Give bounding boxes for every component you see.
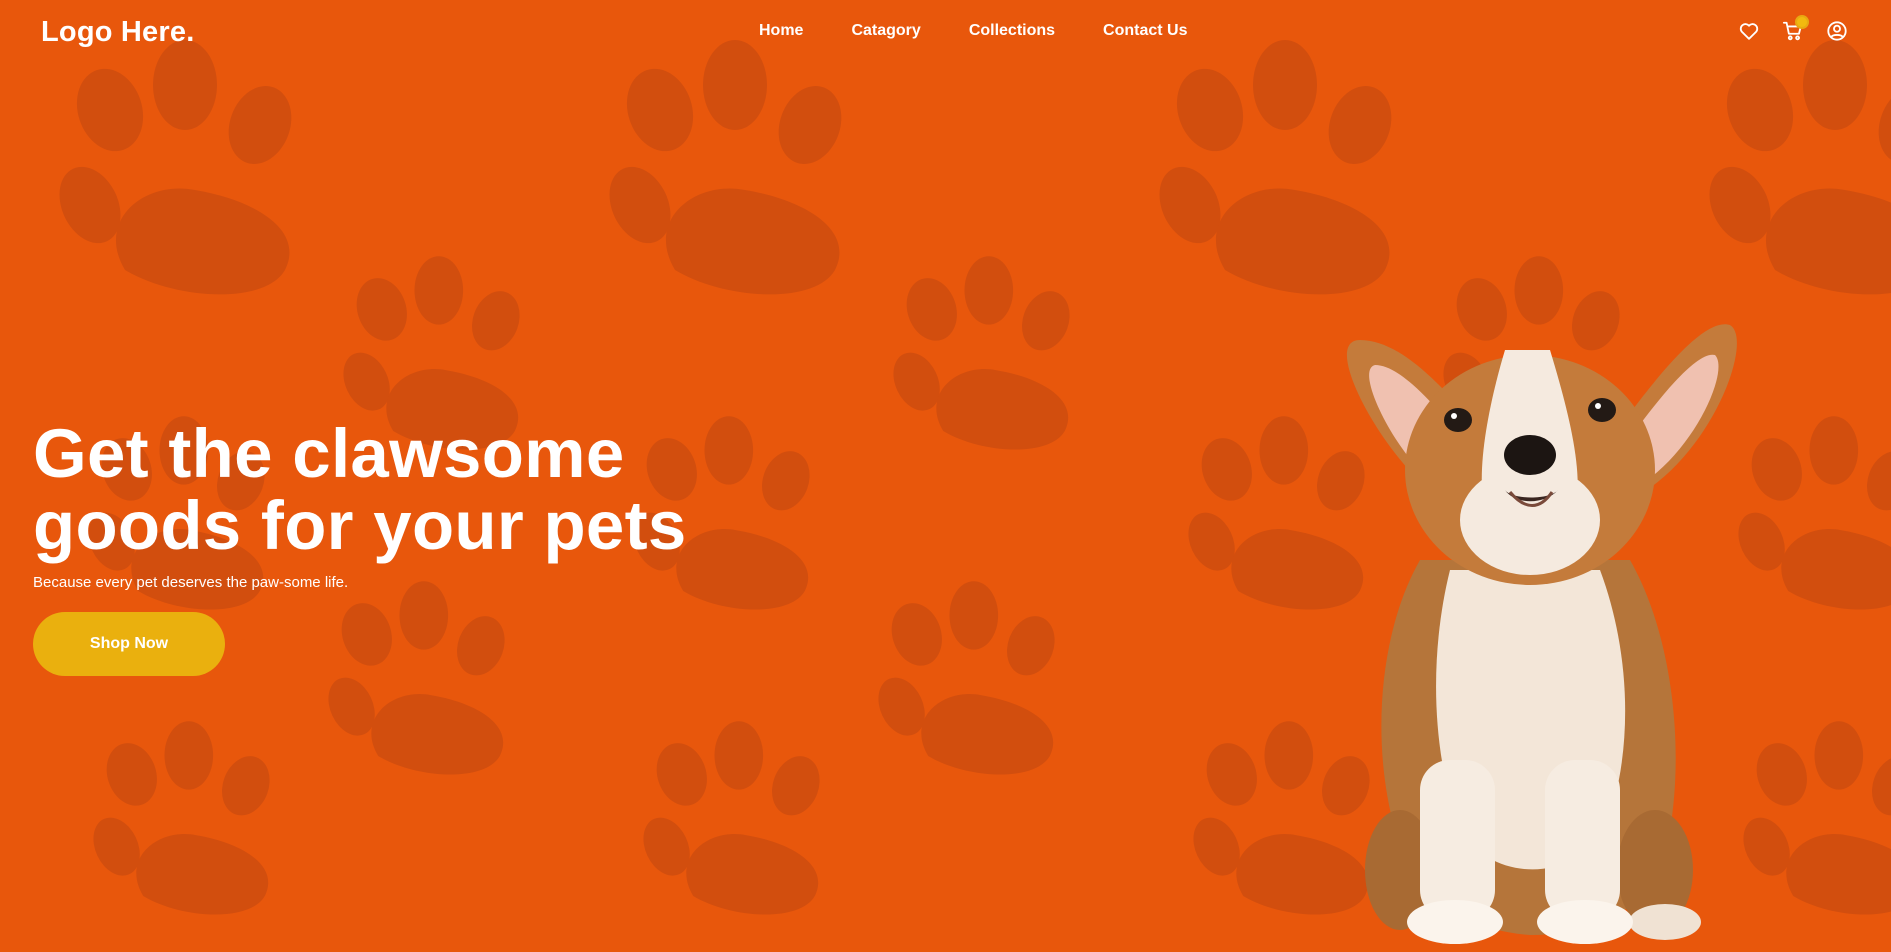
cart-button[interactable] [1781,15,1809,43]
hero-subtitle: Because every pet deserves the paw-some … [33,574,349,591]
paw-print-icon [609,40,842,295]
paw-print-icon [878,581,1055,775]
account-button[interactable] [1825,19,1849,43]
paw-print-icon [1743,721,1891,915]
nav-link-home[interactable]: Home [759,22,803,40]
paw-print-icon [893,256,1070,450]
nav-link-collections[interactable]: Collections [969,22,1055,40]
main-nav: Home Catagory Collections Contact Us [759,22,1188,40]
site-header: Logo Here. Home Catagory Collections Con… [0,0,1891,68]
paw-print-icon [93,721,270,915]
paw-print-icon [1709,40,1891,295]
cart-badge [1795,15,1809,29]
landing-page: Logo Here. Home Catagory Collections Con… [0,0,1891,952]
wishlist-button[interactable] [1737,19,1761,43]
user-icon [1827,21,1847,41]
puppy-image [1346,324,1737,944]
paw-print-icon [59,40,292,295]
paw-print-icon [1159,40,1392,295]
shop-now-button[interactable]: Shop Now [33,612,225,676]
hero-title-line-1: Get the clawsome [33,415,625,492]
hero-title: Get the clawsome goods for your pets [33,418,793,562]
paw-print-icon [1738,416,1891,610]
nav-link-category[interactable]: Catagory [851,22,920,40]
heart-icon [1739,23,1759,40]
header-actions [1737,15,1849,43]
site-logo[interactable]: Logo Here. [41,16,194,49]
hero-section: Get the clawsome goods for your pets Bec… [33,418,793,676]
hero-title-line-2: goods for your pets [33,487,687,564]
paw-print-icon [643,721,820,915]
nav-link-contact[interactable]: Contact Us [1103,22,1187,40]
